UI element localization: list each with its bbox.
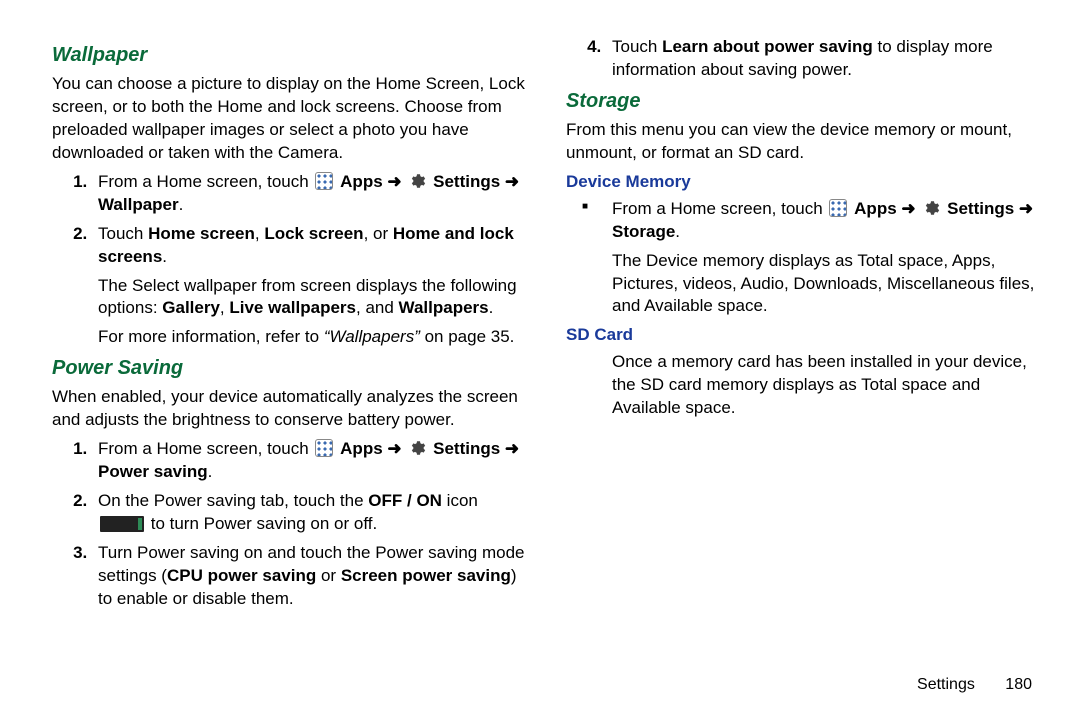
device-memory-detail: The Device memory displays as Total spac… (612, 250, 1040, 319)
wallpaper-intro: You can choose a picture to display on t… (52, 73, 526, 165)
power-step-3: Turn Power saving on and touch the Power… (92, 542, 526, 611)
page-footer: Settings 180 (917, 674, 1032, 696)
learn-about-power-saving: Learn about power saving (662, 37, 873, 56)
two-column-layout: Wallpaper You can choose a picture to di… (52, 36, 1040, 656)
period: . (179, 195, 184, 214)
power-intro: When enabled, your device automatically … (52, 386, 526, 432)
text: Touch (98, 224, 148, 243)
arrow-icon: ➜ (505, 439, 519, 458)
text: to turn Power saving on or off. (146, 514, 377, 533)
opt-live-wallpapers: Live wallpapers (229, 298, 356, 317)
text: On the Power saving tab, touch the (98, 491, 368, 510)
storage-intro: From this menu you can view the device m… (566, 119, 1040, 165)
power-path-tail: Power saving (98, 462, 208, 481)
arrow-icon: ➜ (1019, 199, 1033, 218)
off-on-label: OFF / ON (368, 491, 442, 510)
wallpaper-crossref: For more information, refer to “Wallpape… (98, 326, 526, 349)
screen-power-saving: Screen power saving (341, 566, 511, 585)
opt-home-screen: Home screen (148, 224, 255, 243)
wallpaper-path-tail: Wallpaper (98, 195, 179, 214)
text: For more information, refer to (98, 327, 324, 346)
cpu-power-saving: CPU power saving (167, 566, 316, 585)
apps-icon (315, 439, 333, 457)
settings-icon (922, 199, 940, 217)
power-step-4: Touch Learn about power saving to displa… (606, 36, 1040, 82)
apps-label: Apps (340, 439, 383, 458)
wallpaper-step-1: From a Home screen, touch Apps ➜ Setting… (92, 171, 526, 217)
power-step-1: From a Home screen, touch Apps ➜ Setting… (92, 438, 526, 484)
heading-power-saving: Power Saving (52, 355, 526, 382)
arrow-icon: ➜ (387, 172, 401, 191)
text: Touch (612, 37, 662, 56)
text: From a Home screen, touch (98, 172, 313, 191)
footer-section: Settings (917, 676, 975, 693)
apps-icon (315, 172, 333, 190)
heading-wallpaper: Wallpaper (52, 42, 526, 69)
settings-icon (408, 439, 426, 457)
sd-card-detail: Once a memory card has been installed in… (612, 351, 1040, 420)
subheading-sd-card: SD Card (566, 324, 1040, 347)
text: , or (364, 224, 393, 243)
opt-gallery: Gallery (162, 298, 220, 317)
text: on page 35. (420, 327, 515, 346)
arrow-icon: ➜ (505, 172, 519, 191)
wallpaper-step-2-detail: The Select wallpaper from screen display… (98, 275, 526, 321)
arrow-icon: ➜ (901, 199, 915, 218)
settings-label: Settings (433, 172, 500, 191)
settings-label: Settings (433, 439, 500, 458)
text: . (162, 247, 167, 266)
storage-path-tail: Storage (612, 222, 675, 241)
manual-page: Wallpaper You can choose a picture to di… (0, 0, 1080, 720)
apps-icon (829, 199, 847, 217)
text: or (316, 566, 341, 585)
apps-label: Apps (340, 172, 383, 191)
text: icon (442, 491, 478, 510)
wallpaper-step-2: Touch Home screen, Lock screen, or Home … (92, 223, 526, 321)
crossref-title: “Wallpapers” (324, 327, 420, 346)
opt-lock-screen: Lock screen (264, 224, 363, 243)
settings-icon (408, 172, 426, 190)
wallpaper-steps: From a Home screen, touch Apps ➜ Setting… (52, 171, 526, 321)
text: , (255, 224, 264, 243)
settings-label: Settings (947, 199, 1014, 218)
toggle-icon (100, 516, 144, 532)
period: . (675, 222, 680, 241)
text: . (489, 298, 494, 317)
opt-wallpapers: Wallpapers (399, 298, 489, 317)
text: From a Home screen, touch (612, 199, 827, 218)
heading-storage: Storage (566, 88, 1040, 115)
text: , and (356, 298, 399, 317)
footer-page-number: 180 (1005, 676, 1032, 693)
power-step-2: On the Power saving tab, touch the OFF /… (92, 490, 526, 536)
subheading-device-memory: Device Memory (566, 171, 1040, 194)
text: , (220, 298, 229, 317)
apps-label: Apps (854, 199, 897, 218)
device-memory-list: From a Home screen, touch Apps ➜ Setting… (566, 198, 1040, 319)
arrow-icon: ➜ (387, 439, 401, 458)
period: . (208, 462, 213, 481)
device-memory-item: From a Home screen, touch Apps ➜ Setting… (606, 198, 1040, 319)
text: From a Home screen, touch (98, 439, 313, 458)
